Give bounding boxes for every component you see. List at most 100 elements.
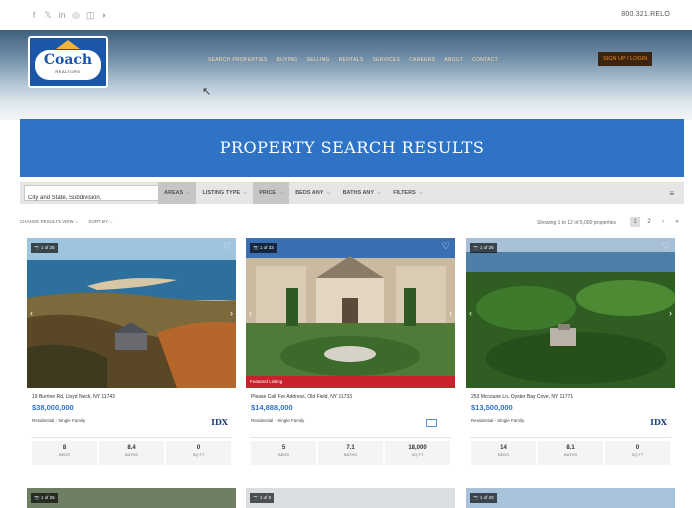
photo-count: 1 of 25 xyxy=(40,245,55,250)
prev-photo-icon[interactable]: ‹ xyxy=(249,308,252,318)
baths-dropdown[interactable]: BATHS ANY ⌵ xyxy=(337,182,388,204)
listing-photo[interactable] xyxy=(246,238,455,388)
baths-label: BATHS xyxy=(343,452,358,457)
beds-value: 8 xyxy=(62,445,67,451)
photo-count-badge: 📷 1 of 33 xyxy=(250,243,277,253)
sqft-value: 0 xyxy=(196,445,201,451)
logo-subtext: REALTORS xyxy=(55,69,81,74)
beds-value: 5 xyxy=(281,445,286,451)
twitter-icon[interactable]: 𝕏 xyxy=(44,10,52,20)
sort-by-dropdown[interactable]: SORT BY ⌵ xyxy=(88,219,112,224)
sqft-value: 0 xyxy=(635,445,640,451)
change-view-dropdown[interactable]: CHANGE RESULTS VIEW ⌵ xyxy=(20,219,78,224)
prev-photo-icon[interactable]: ‹ xyxy=(30,308,33,318)
photo-count-badge: 📷 1 of 25 xyxy=(470,243,497,253)
beds-dropdown[interactable]: BEDS ANY ⌵ xyxy=(289,182,336,204)
beds-label: BEDS xyxy=(278,452,289,457)
favorite-heart-icon[interactable]: ♡ xyxy=(223,241,231,252)
listing-type-dropdown[interactable]: LISTING TYPE ⌵ xyxy=(196,182,253,204)
baths-label: BATHS xyxy=(563,452,578,457)
featured-listing-ribbon: Featured Listing xyxy=(246,376,455,388)
facebook-icon[interactable]: f xyxy=(30,10,38,20)
change-view-label: CHANGE RESULTS VIEW xyxy=(20,219,74,224)
beds-label: BEDS ANY xyxy=(295,190,324,196)
nav-contact[interactable]: CONTACT xyxy=(472,57,498,63)
baths-value: 7.1 xyxy=(346,445,355,451)
photo-count: 1 of 33 xyxy=(259,245,274,250)
chevron-down-icon: ⌵ xyxy=(243,190,248,196)
favorite-heart-icon[interactable]: ♡ xyxy=(442,241,450,252)
photo-count: 1 of 25 xyxy=(479,245,494,250)
listing-stats: 8 BEDS 8.4 BATHS 0 SQ FT xyxy=(31,437,232,468)
chevron-down-icon: ⌵ xyxy=(418,190,423,196)
logo[interactable]: Coach REALTORS xyxy=(28,36,108,88)
next-page-icon[interactable]: › xyxy=(658,217,668,227)
photo-count: 1 of 6 xyxy=(259,495,272,500)
linkedin-icon[interactable]: in xyxy=(58,10,66,20)
listing-card[interactable]: 📷 1 of 20 xyxy=(466,488,675,508)
beds-stat: 8 BEDS xyxy=(32,441,97,465)
menu-icon[interactable]: ≡ xyxy=(669,189,674,198)
listing-address[interactable]: 253 Mccoune Ln, Oyster Bay Cove, NY 1177… xyxy=(471,394,573,400)
baths-stat: 8.4 BATHS xyxy=(99,441,164,465)
listing-stats: 14 BEDS 8.1 BATHS 0 SQ FT xyxy=(470,437,671,468)
pinterest-icon[interactable]: ◎ xyxy=(72,10,80,20)
mls-logo-icon xyxy=(426,419,437,427)
listing-address[interactable]: 19 Burrine Rd, Lloyd Neck, NY 11743 xyxy=(32,394,115,400)
rss-icon[interactable]: ◗ xyxy=(100,10,108,20)
mouse-cursor-icon: ↖ xyxy=(202,86,212,98)
prev-photo-icon[interactable]: ‹ xyxy=(469,308,472,318)
listing-card[interactable]: 📷 1 of 33 ♡ ‹ › Featured Listing Please … xyxy=(246,238,455,476)
listing-photo[interactable] xyxy=(27,238,236,388)
last-page-icon[interactable]: » xyxy=(672,217,682,227)
filter-bar: AREAS⌵ LISTING TYPE⌵ PRICE⌵ BEDS ANY⌵ BA… xyxy=(20,182,684,205)
next-photo-icon[interactable]: › xyxy=(230,308,233,318)
listing-card[interactable]: 📷 1 of 25 ♡ ‹ › 19 Burrine Rd, Lloyd Nec… xyxy=(27,238,236,476)
instagram-icon[interactable]: ◫ xyxy=(86,10,95,20)
listing-card[interactable]: 📷 1 of 25 xyxy=(27,488,236,508)
listing-price: $14,888,000 xyxy=(251,403,293,412)
baths-value: 8.4 xyxy=(127,445,136,451)
filters-label: FILTERS xyxy=(393,190,416,196)
chevron-down-icon: ⌵ xyxy=(186,190,191,196)
logo-roof-icon xyxy=(56,40,80,49)
favorite-heart-icon[interactable]: ♡ xyxy=(662,241,670,252)
next-photo-icon[interactable]: › xyxy=(449,308,452,318)
pagination: 1 2 › » xyxy=(630,217,682,227)
listing-address[interactable]: Please Call For Address, Old Field, NY 1… xyxy=(251,394,352,400)
photo-count: 1 of 25 xyxy=(40,495,55,500)
logo-text: Coach xyxy=(43,52,93,68)
sqft-label: SQ FT xyxy=(192,452,205,457)
sqft-stat: 18,000 SQ FT xyxy=(385,441,450,465)
sort-by-label: SORT BY xyxy=(88,219,108,224)
beds-label: BEDS xyxy=(59,452,70,457)
baths-label: BATHS ANY xyxy=(342,190,375,196)
listing-type: Residential - Single Family xyxy=(471,418,525,423)
signup-login-button[interactable]: SIGN UP / LOGIN xyxy=(598,52,653,66)
beds-stat: 14 BEDS xyxy=(471,441,536,465)
location-search-input[interactable] xyxy=(28,191,162,205)
idx-logo-icon: IDX xyxy=(650,417,667,427)
nav-rentals[interactable]: RENTALS xyxy=(339,57,364,63)
nav-services[interactable]: SERVICES xyxy=(372,57,400,63)
areas-dropdown[interactable]: AREAS ⌵ xyxy=(158,182,197,204)
nav-about[interactable]: ABOUT xyxy=(444,57,463,63)
nav-buying[interactable]: BUYING xyxy=(276,57,297,63)
price-dropdown[interactable]: PRICE ⌵ xyxy=(253,182,290,204)
page-1-button[interactable]: 1 xyxy=(630,217,640,227)
listing-photo[interactable] xyxy=(466,238,675,388)
nav-selling[interactable]: SELLING xyxy=(306,57,329,63)
baths-label: BATHS xyxy=(124,452,139,457)
logo-badge: Coach REALTORS xyxy=(35,50,101,80)
page-2-button[interactable]: 2 xyxy=(644,217,654,227)
nav-search-properties[interactable]: SEARCH PROPERTIES xyxy=(208,57,267,63)
phone-number[interactable]: 800.321.RELO xyxy=(621,11,670,18)
filter-dropdowns: AREAS ⌵ LISTING TYPE ⌵ PRICE ⌵ BEDS ANY ⌵ BA… xyxy=(158,182,429,204)
more-filters-dropdown[interactable]: FILTERS ⌵ xyxy=(387,182,429,204)
beds-value: 14 xyxy=(500,445,507,451)
next-photo-icon[interactable]: › xyxy=(669,308,672,318)
listing-card[interactable]: 📷 1 of 25 ♡ ‹ › 253 Mccoune Ln, Oyster B… xyxy=(466,238,675,476)
listing-card[interactable]: 📷 1 of 6 xyxy=(246,488,455,508)
photo-count-badge: 📷 1 of 25 xyxy=(31,243,58,253)
nav-careers[interactable]: CAREERS xyxy=(409,57,435,63)
